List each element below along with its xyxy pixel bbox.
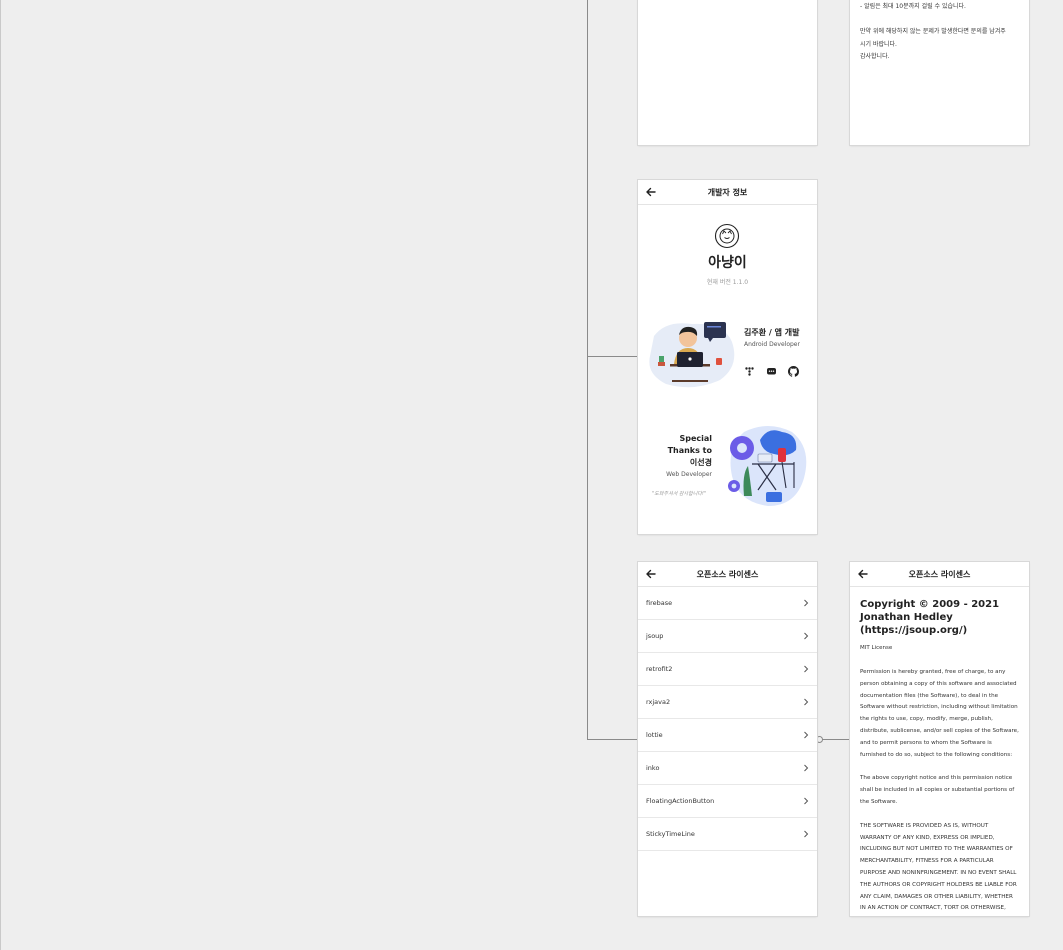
web-developer-illustration: [728, 426, 807, 506]
chevron-right-icon: [804, 632, 809, 640]
page-title: 개발자 정보: [707, 187, 748, 197]
chevron-right-icon: [804, 764, 809, 772]
flow-connector: [587, 356, 637, 357]
license-list-item[interactable]: StickyTimeLine: [638, 818, 817, 851]
chevron-right-icon: [804, 797, 809, 805]
page-title: 오픈소스 라이센스: [696, 569, 759, 579]
tistory-icon[interactable]: [744, 366, 755, 377]
license-paragraph: THE SOFTWARE IS PROVIDED AS IS, WITHOUT …: [860, 822, 1017, 912]
license-list-item[interactable]: firebase: [638, 587, 817, 620]
notice-text-block: - 알림은 최대 10분까지 걸릴 수 있습니다. 만약 위에 해당하지 않는 …: [850, 0, 1029, 64]
oss-list-screen: 오픈소스 라이센스 firebase jsoup retrofit2 rxjav…: [638, 562, 817, 916]
developer-illustration: [649, 322, 735, 388]
developer-role: Android Developer: [744, 341, 800, 348]
special-thanks-text: Special Thanks to 이선경: [668, 433, 712, 469]
notice-line: [860, 14, 1019, 27]
chevron-right-icon: [804, 698, 809, 706]
arrow-left-icon[interactable]: [644, 567, 658, 581]
page-title: 오픈소스 라이센스: [908, 569, 971, 579]
arrow-left-icon[interactable]: [856, 567, 870, 581]
chevron-right-icon: [804, 731, 809, 739]
notice-line: 시기 바랍니다.: [860, 40, 897, 48]
developer-name: 김주환 / 앱 개발: [744, 328, 800, 337]
developer-header: 개발자 정보: [638, 180, 817, 205]
license-title: Copyright © 2009 - 2021 Jonathan Hedley …: [860, 599, 1000, 636]
license-name: MIT License: [860, 645, 893, 651]
license-item-label: FloatingActionButton: [646, 797, 715, 805]
notice-screen-frame: - 알림은 최대 10분까지 걸릴 수 있습니다. 만약 위에 해당하지 않는 …: [850, 0, 1029, 145]
flow-connector: [587, 739, 637, 740]
notice-line: - 알림은 최대 10분까지 걸릴 수 있습니다.: [860, 3, 966, 10]
app-version: 현재 버전 1.1.0: [706, 279, 749, 286]
canvas-border-line: [0, 0, 1, 950]
github-icon[interactable]: [788, 366, 799, 377]
license-list-item[interactable]: rxjava2: [638, 686, 817, 719]
license-paragraph: The above copyright notice and this perm…: [860, 775, 1015, 805]
license-list-item[interactable]: inko: [638, 752, 817, 785]
arrow-left-icon[interactable]: [644, 185, 658, 199]
connector-dot: [816, 736, 823, 743]
blank-screen-frame: [638, 0, 817, 145]
license-item-label: rxjava2: [646, 698, 671, 706]
license-list-item[interactable]: retrofit2: [638, 653, 817, 686]
thanks-line: Thanks to: [667, 446, 712, 455]
license-body: Copyright © 2009 - 2021 Jonathan Hedley …: [850, 587, 1029, 916]
license-detail-screen: 오픈소스 라이센스 Copyright © 2009 - 2021 Jonath…: [850, 562, 1029, 916]
chevron-right-icon: [804, 830, 809, 838]
license-item-label: retrofit2: [646, 665, 673, 673]
app-name: 아냥이: [708, 255, 747, 271]
notice-line: 감사합니다.: [860, 53, 890, 60]
cat-logo-icon: [714, 223, 740, 249]
message-icon[interactable]: [766, 366, 777, 377]
thanks-quote: "도와주셔서 감사합니다!": [652, 491, 707, 497]
license-list-item[interactable]: FloatingActionButton: [638, 785, 817, 818]
license-list-item[interactable]: lottie: [638, 719, 817, 752]
oss-list-header: 오픈소스 라이센스: [638, 562, 817, 587]
thanks-line: Special: [679, 434, 712, 443]
chevron-right-icon: [804, 665, 809, 673]
notice-line: 만약 위에 해당하지 않는 문제가 발생한다면 문의를 남겨주: [860, 28, 1006, 35]
license-item-label: jsoup: [646, 632, 664, 640]
license-paragraph: Permission is hereby granted, free of ch…: [860, 669, 1019, 758]
license-item-label: lottie: [646, 731, 663, 739]
license-item-label: firebase: [646, 599, 673, 607]
license-item-label: StickyTimeLine: [646, 830, 695, 838]
license-detail-header: 오픈소스 라이센스: [850, 562, 1029, 587]
developer-info-screen: 개발자 정보 아냥이 현재 버전 1.1.0 김주환 / 앱 개발 Androi…: [638, 180, 817, 534]
license-item-label: inko: [646, 764, 660, 772]
flow-connector: [587, 0, 588, 740]
thanks-name: 이선경: [689, 458, 712, 467]
license-list-item[interactable]: jsoup: [638, 620, 817, 653]
chevron-right-icon: [804, 599, 809, 607]
web-developer-role: Web Developer: [666, 471, 712, 478]
